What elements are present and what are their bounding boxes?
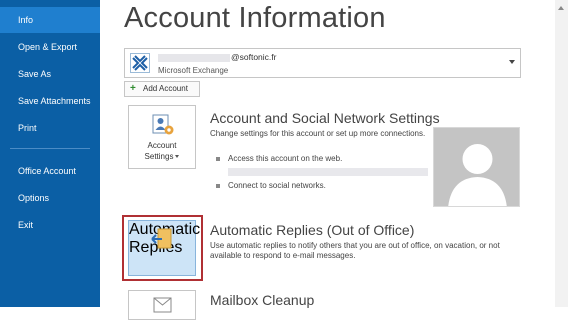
automatic-replies-button[interactable]: Automatic Replies bbox=[128, 220, 200, 276]
automatic-replies-desc: Use automatic replies to notify others t… bbox=[210, 241, 500, 260]
automatic-replies-icon bbox=[151, 228, 172, 249]
back-button[interactable] bbox=[0, 0, 100, 7]
account-settings-button[interactable]: Account Settings bbox=[128, 105, 196, 169]
account-settings-desc: Change settings for this account or set … bbox=[210, 129, 426, 138]
bullet-icon bbox=[216, 157, 220, 161]
nav-item-save-attachments[interactable]: Save Attachments bbox=[0, 88, 100, 114]
account-settings-label-1: Account bbox=[147, 141, 177, 150]
account-email: @softonic.fr bbox=[158, 52, 276, 62]
account-selector[interactable]: @softonic.fr Microsoft Exchange bbox=[124, 48, 521, 78]
nav-item-exit[interactable]: Exit bbox=[0, 212, 100, 238]
backstage-sidebar: Info Open & Export Save As Save Attachme… bbox=[0, 0, 100, 307]
bullet-icon bbox=[216, 184, 220, 188]
exchange-icon bbox=[130, 53, 150, 73]
chevron-down-icon[interactable] bbox=[509, 60, 515, 64]
redacted-email-user bbox=[158, 53, 230, 62]
profile-picture[interactable] bbox=[433, 127, 520, 207]
automatic-replies-title: Automatic Replies (Out of Office) bbox=[210, 222, 415, 238]
add-account-button[interactable]: + Add Account bbox=[124, 81, 200, 97]
caret-down-icon bbox=[175, 155, 180, 159]
scrollbar[interactable] bbox=[555, 0, 568, 307]
redacted-web-link bbox=[228, 168, 428, 176]
account-type: Microsoft Exchange bbox=[158, 66, 229, 75]
nav-item-save-as[interactable]: Save As bbox=[0, 61, 100, 87]
nav-item-info[interactable]: Info bbox=[0, 7, 100, 33]
nav-item-open-export[interactable]: Open & Export bbox=[0, 34, 100, 60]
account-settings-icon bbox=[152, 114, 174, 135]
main-panel: Account Information @softonic.fr Microso… bbox=[100, 0, 568, 320]
nav-divider bbox=[10, 148, 90, 149]
nav-item-print[interactable]: Print bbox=[0, 115, 100, 141]
mailbox-cleanup-title: Mailbox Cleanup bbox=[210, 292, 315, 308]
access-web-text: Access this account on the web. bbox=[228, 154, 343, 163]
page-title: Account Information bbox=[124, 2, 386, 34]
mailbox-cleanup-button[interactable] bbox=[128, 290, 196, 320]
add-account-label: Add Account bbox=[143, 84, 188, 93]
nav-item-options[interactable]: Options bbox=[0, 185, 100, 211]
account-settings-label-2: Settings bbox=[129, 152, 195, 162]
person-icon bbox=[448, 144, 507, 206]
account-email-domain: @softonic.fr bbox=[231, 52, 277, 62]
plus-icon: + bbox=[130, 83, 136, 94]
connect-social-link[interactable]: Connect to social networks. bbox=[228, 181, 326, 190]
mailbox-cleanup-icon bbox=[153, 297, 172, 313]
account-settings-title: Account and Social Network Settings bbox=[210, 110, 440, 126]
account-settings-label-2-text: Settings bbox=[144, 152, 174, 161]
nav-item-office-account[interactable]: Office Account bbox=[0, 158, 100, 184]
scroll-up-icon[interactable] bbox=[558, 6, 564, 10]
